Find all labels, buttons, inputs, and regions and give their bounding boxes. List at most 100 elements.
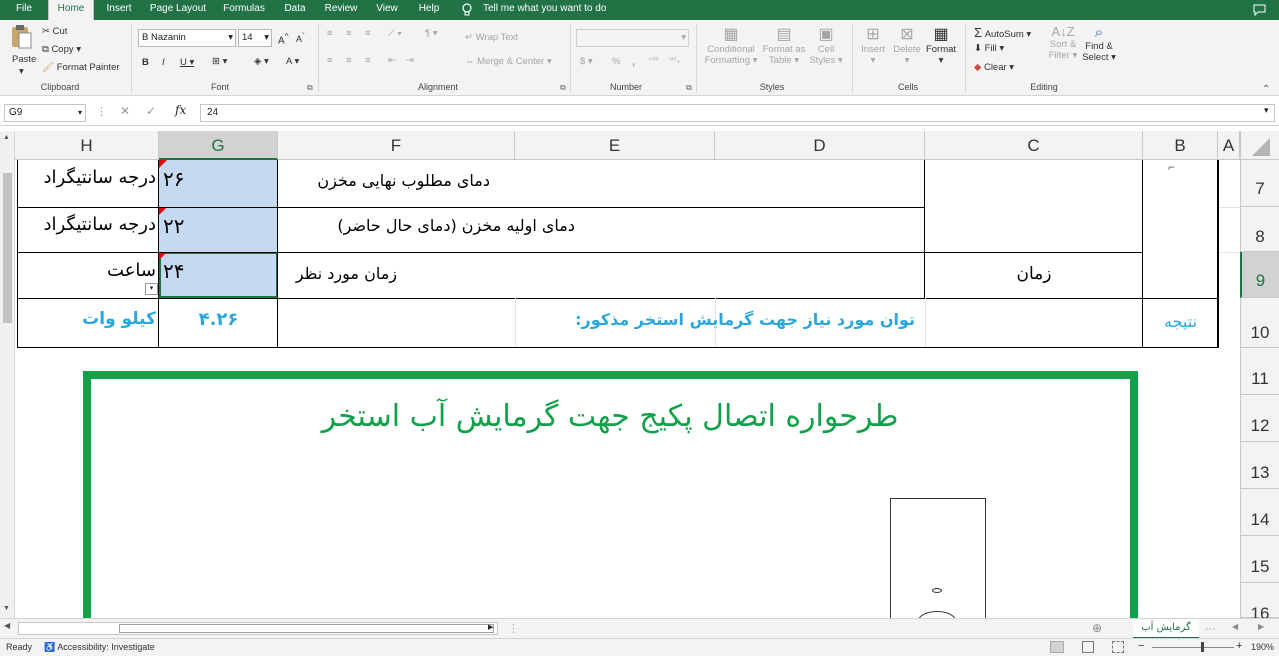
format-as-table-button[interactable]: ▤ Format as Table ▾ [760, 24, 808, 66]
page-layout-view-icon[interactable] [1082, 641, 1094, 653]
insert-function-icon[interactable]: fx [175, 103, 186, 117]
delete-cells-button[interactable]: ⊠ Delete ▾ [892, 24, 922, 66]
scroll-left-icon[interactable]: ◀ [4, 621, 10, 630]
font-name-combo[interactable]: B Nazanin ▾ [138, 29, 236, 47]
more-sheets-icon[interactable]: ⋯ [1205, 622, 1216, 635]
column-header-e[interactable]: E [515, 131, 715, 160]
tab-help[interactable]: Help [414, 0, 444, 20]
cell-f7[interactable]: دمای مطلوب نهایی مخزن [282, 171, 490, 190]
align-left-button[interactable]: ≡ [327, 55, 333, 66]
sheet-tab-active[interactable]: گرمایش آب [1133, 619, 1199, 639]
autosum-button[interactable]: Σ AutoSum ▾ [974, 25, 1031, 40]
row-header-10[interactable]: 10 [1240, 298, 1279, 348]
fill-button[interactable]: ⬇ Fill ▾ [974, 43, 1004, 54]
sheet-nav-prev-icon[interactable]: ◀ [1232, 622, 1238, 631]
row-header-16[interactable]: 16 [1240, 583, 1279, 618]
page-break-view-icon[interactable] [1112, 641, 1124, 653]
row-header-15[interactable]: 15 [1240, 536, 1279, 583]
comments-icon[interactable] [1253, 0, 1269, 20]
insert-cells-button[interactable]: ⊞ Insert ▾ [858, 24, 888, 66]
column-header-f[interactable]: F [278, 131, 515, 160]
dialog-launcher-icon[interactable]: ⧉ [686, 83, 692, 93]
more-options-icon[interactable]: ⋮ [96, 105, 107, 118]
align-right-button[interactable]: ≡ [365, 55, 371, 66]
decrease-indent-button[interactable]: ⇤ [388, 55, 396, 66]
worksheet-grid[interactable]: ▲ ▼ H G F E D C B A 7 8 9 10 11 12 13 14… [0, 131, 1279, 618]
row-header-11[interactable]: 11 [1240, 348, 1279, 395]
cancel-icon[interactable]: ✕ [120, 104, 130, 118]
scroll-down-icon[interactable]: ▼ [3, 605, 10, 612]
find-select-button[interactable]: ⌕ Find & Select ▾ [1080, 24, 1118, 63]
increase-indent-button[interactable]: ⇥ [406, 55, 414, 66]
zoom-level[interactable]: 190% [1251, 642, 1274, 652]
accessibility-status[interactable]: ♿ Accessibility: Investigate [44, 642, 155, 653]
percent-button[interactable]: % [612, 56, 620, 67]
cell-g9[interactable]: ۲۴ [163, 259, 184, 283]
tab-page-layout[interactable]: Page Layout [146, 0, 210, 20]
font-size-combo[interactable]: 14 ▾ [238, 29, 272, 47]
grow-font-button[interactable]: A^ [278, 31, 289, 46]
number-format-combo[interactable]: ▾ [576, 29, 689, 47]
boiler-shape[interactable] [890, 498, 986, 618]
tab-home[interactable]: Home [48, 0, 94, 20]
wrap-text-button[interactable]: ↵ Wrap Text [465, 32, 518, 43]
increase-decimal-button[interactable]: ⁺⁰⁰ [648, 56, 659, 65]
comma-button[interactable]: , [632, 56, 635, 68]
tab-view[interactable]: View [372, 0, 402, 20]
cell-h10[interactable]: کیلو وات [22, 309, 156, 329]
column-header-g[interactable]: G [159, 131, 278, 160]
split-handle-icon[interactable]: ⋮ [508, 622, 519, 635]
rtl-button[interactable]: ¶ ▾ [425, 28, 438, 39]
tab-formulas[interactable]: Formulas [220, 0, 268, 20]
zoom-out-button[interactable]: − [1138, 640, 1144, 652]
scroll-right-icon[interactable]: ▶ [488, 623, 493, 631]
column-header-c[interactable]: C [925, 131, 1143, 160]
align-bottom-button[interactable]: ≡ [365, 28, 371, 39]
sort-filter-button[interactable]: A↓Z Sort & Filter ▾ [1046, 24, 1080, 61]
align-middle-button[interactable]: ≡ [346, 28, 352, 39]
cell-b10[interactable]: نتیجه [1143, 312, 1218, 331]
column-header-h[interactable]: H [15, 131, 159, 160]
name-box[interactable]: G9 ▾ [4, 104, 86, 122]
column-header-d[interactable]: D [715, 131, 925, 160]
row-header-14[interactable]: 14 [1240, 489, 1279, 536]
format-painter-button[interactable]: 🖌 Format Painter [42, 62, 120, 73]
dialog-launcher-icon[interactable]: ⧉ [560, 83, 566, 93]
formula-input[interactable]: 24 [200, 104, 1275, 122]
row-header-7[interactable]: 7 [1240, 160, 1279, 207]
align-center-button[interactable]: ≡ [346, 55, 352, 66]
borders-button[interactable]: ⊞ ▾ [212, 56, 227, 67]
bold-button[interactable]: B [142, 57, 149, 68]
sheet-nav-next-icon[interactable]: ▶ [1258, 622, 1264, 631]
tab-review[interactable]: Review [322, 0, 360, 20]
normal-view-icon[interactable] [1050, 641, 1064, 653]
cell-c9[interactable]: زمان [925, 264, 1143, 284]
cell-g7[interactable]: ۲۶ [163, 167, 184, 191]
dialog-launcher-icon[interactable]: ⧉ [307, 83, 313, 93]
new-sheet-icon[interactable]: ⊕ [1092, 621, 1102, 635]
tell-me-search[interactable]: Tell me what you want to do [483, 0, 606, 20]
row-header-8[interactable]: 8 [1240, 207, 1279, 252]
expand-formula-bar-icon[interactable]: ▾ [1264, 105, 1269, 116]
paste-button[interactable]: Paste ▾ [10, 24, 36, 77]
select-all-corner[interactable] [1240, 131, 1279, 160]
tab-insert[interactable]: Insert [104, 0, 134, 20]
conditional-formatting-button[interactable]: ▦ Conditional Formatting ▾ [702, 24, 760, 66]
font-color-button[interactable]: A ▾ [286, 56, 299, 67]
zoom-in-button[interactable]: + [1236, 640, 1242, 652]
zoom-slider-thumb[interactable] [1201, 642, 1204, 652]
accounting-format-button[interactable]: $ ▾ [580, 56, 593, 67]
tab-data[interactable]: Data [280, 0, 310, 20]
align-top-button[interactable]: ≡ [327, 28, 333, 39]
fill-color-button[interactable]: ◈ ▾ [254, 56, 269, 67]
dropdown-arrow-icon[interactable]: ▾ [145, 283, 158, 295]
enter-icon[interactable]: ✓ [146, 104, 156, 118]
row-header-13[interactable]: 13 [1240, 442, 1279, 489]
scroll-up-icon[interactable]: ▲ [3, 134, 10, 141]
shrink-font-button[interactable]: Aˇ [296, 31, 305, 44]
cell-styles-button[interactable]: ▣ Cell Styles ▾ [806, 24, 846, 66]
cut-button[interactable]: ✂ Cut [42, 26, 67, 37]
row-header-12[interactable]: 12 [1240, 395, 1279, 442]
column-header-a[interactable]: A [1218, 131, 1240, 160]
cell-f8[interactable]: دمای اولیه مخزن (دمای حال حاضر) [282, 216, 575, 235]
